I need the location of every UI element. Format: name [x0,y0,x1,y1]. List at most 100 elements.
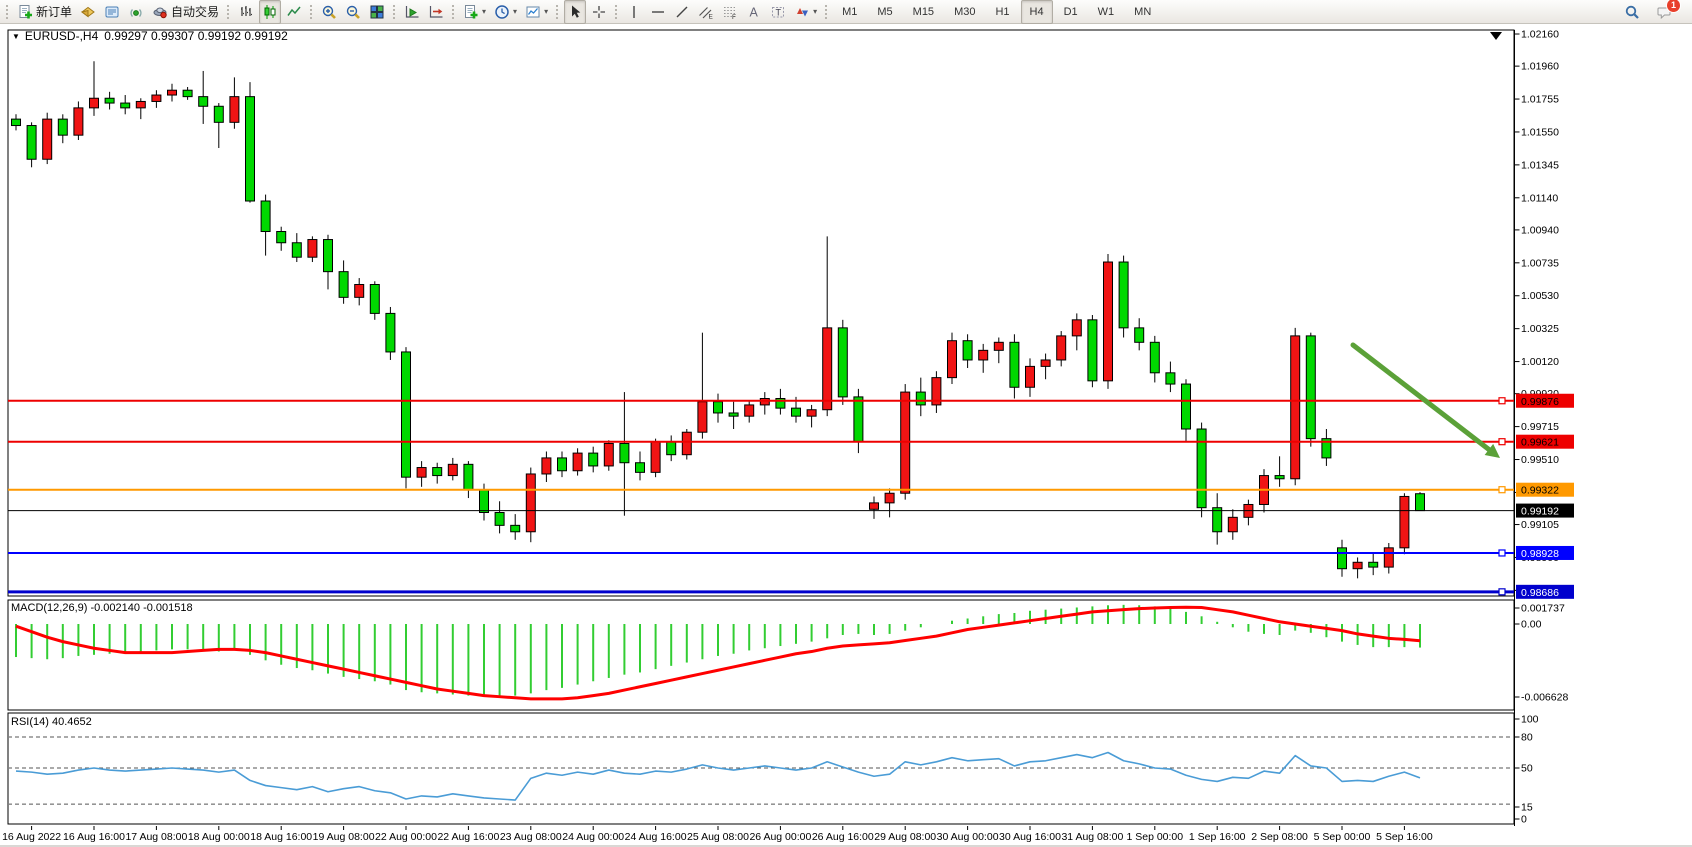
candle-body [1353,562,1362,568]
level-price-label-text: 0.98686 [1521,587,1559,599]
candle-body [589,453,598,466]
price-tick-label: 1.00325 [1521,323,1559,335]
cursor-icon [567,4,583,20]
toolbar-group: EFAT ▾ [622,0,821,24]
tf-h4-button[interactable]: H4 [1021,0,1053,24]
candlestick-button[interactable] [259,0,281,24]
price-chart[interactable]: 1.021601.019601.017551.015501.013451.011… [0,0,1692,847]
level-line-handle [1499,589,1505,595]
market-watch-button[interactable] [77,0,99,24]
line-chart-icon [286,4,302,20]
cursor-button[interactable] [564,0,586,24]
notifications-button[interactable]: 1 [1653,0,1675,24]
tf-h1-button[interactable]: H1 [986,0,1018,24]
time-axis-label: 30 Aug 00:00 [937,831,999,843]
data-window-button[interactable] [101,0,123,24]
bar-chart-button[interactable] [235,0,257,24]
new-order-button-label: 新订单 [36,3,72,20]
label-button[interactable]: T [767,0,789,24]
rsi-indicator-label: RSI(14) 40.4652 [11,716,92,728]
vertical-line-button[interactable] [623,0,645,24]
toolbar-grip [451,4,455,20]
toolbar: 新订单 自动交易 ▾ ▾ ▾ EFAT ▾ M1M5M15M30H1H4D1W1 MN 1 [0,0,1692,24]
tile-windows-button[interactable] [366,0,388,24]
signal-icon [128,4,144,20]
line-chart-button[interactable] [283,0,305,24]
candle-body [729,413,738,416]
rsi-scale-label: 0 [1521,814,1527,826]
candle-body [308,240,317,258]
auto-scroll-button[interactable] [401,0,423,24]
candle-body [1182,384,1191,429]
signals-button[interactable] [125,0,147,24]
candlestick-icon [262,4,278,20]
candle-body [948,341,957,378]
dropdown-caret-icon[interactable]: ▾ [544,7,548,16]
text-button[interactable]: A [743,0,765,24]
dropdown-caret-icon[interactable]: ▾ [513,7,517,16]
candle-body [261,201,270,232]
chart-menu-icon[interactable]: ▼ [12,32,20,41]
autotrading-button[interactable]: 自动交易 [149,0,222,24]
crosshair-button[interactable] [588,0,610,24]
candle-body [526,474,535,532]
candle-body [620,443,629,462]
candle-body [1119,262,1128,328]
channel-button[interactable]: E [695,0,717,24]
tf-m5-button[interactable]: M5 [868,0,901,24]
candle-body [1291,336,1300,479]
candle-body [199,97,208,107]
tf-mn-button-label: MN [1128,5,1157,19]
candle-body [386,313,395,352]
candle-body [1072,320,1081,336]
dropdown-caret-icon[interactable]: ▾ [813,7,817,16]
price-tick-label: 1.01960 [1521,61,1559,73]
macd-pane [8,600,1514,710]
trendline-button[interactable] [671,0,693,24]
candle-body [74,108,83,135]
candle-body [792,408,801,416]
time-axis-label: 5 Sep 00:00 [1314,831,1371,843]
macd-scale-label: 0.001737 [1521,603,1565,615]
time-axis-label: 18 Aug 00:00 [188,831,250,843]
rsi-scale-label: 50 [1521,763,1533,775]
candle-body [1135,328,1144,342]
level-line-handle [1499,439,1505,445]
tf-m1-button[interactable]: M1 [833,0,866,24]
candle-body [1338,548,1347,569]
tf-w1-button[interactable]: W1 [1089,0,1124,24]
time-axis-label: 22 Aug 16:00 [437,831,499,843]
indicators-button[interactable]: ▾ [460,0,489,24]
search-button[interactable] [1621,0,1643,24]
shapes-button[interactable]: ▾ [791,0,820,24]
dropdown-caret-icon[interactable]: ▾ [482,7,486,16]
chart-shift-button[interactable] [425,0,447,24]
tf-d1-button[interactable]: D1 [1055,0,1087,24]
periods-button[interactable]: ▾ [491,0,520,24]
horizontal-line-button[interactable] [647,0,669,24]
tf-m15-button[interactable]: M15 [904,0,943,24]
fibonacci-button[interactable]: F [719,0,741,24]
candle-body [292,243,301,257]
tf-mn-button[interactable]: MN [1125,0,1160,24]
candle-body [885,493,894,503]
candle-body [807,410,816,416]
zoom-in-button[interactable] [318,0,340,24]
macd-scale-label: 0.00 [1521,619,1542,631]
channel-icon: E [698,4,714,20]
candle-body [542,458,551,474]
tf-m30-button[interactable]: M30 [945,0,984,24]
zoom-out-button[interactable] [342,0,364,24]
candle-body [838,328,847,397]
price-tick-label: 1.01755 [1521,94,1559,106]
candle-body [870,503,879,509]
indicators-icon [463,4,479,20]
candle-body [355,284,364,297]
new-order-button[interactable]: 新订单 [14,0,75,24]
notification-badge: 1 [1666,0,1681,13]
rsi-scale-label: 15 [1521,802,1533,814]
time-axis-label: 17 Aug 08:00 [125,831,187,843]
templates-button[interactable]: ▾ [522,0,551,24]
candle-body [1026,366,1035,387]
candle-body [43,119,52,159]
